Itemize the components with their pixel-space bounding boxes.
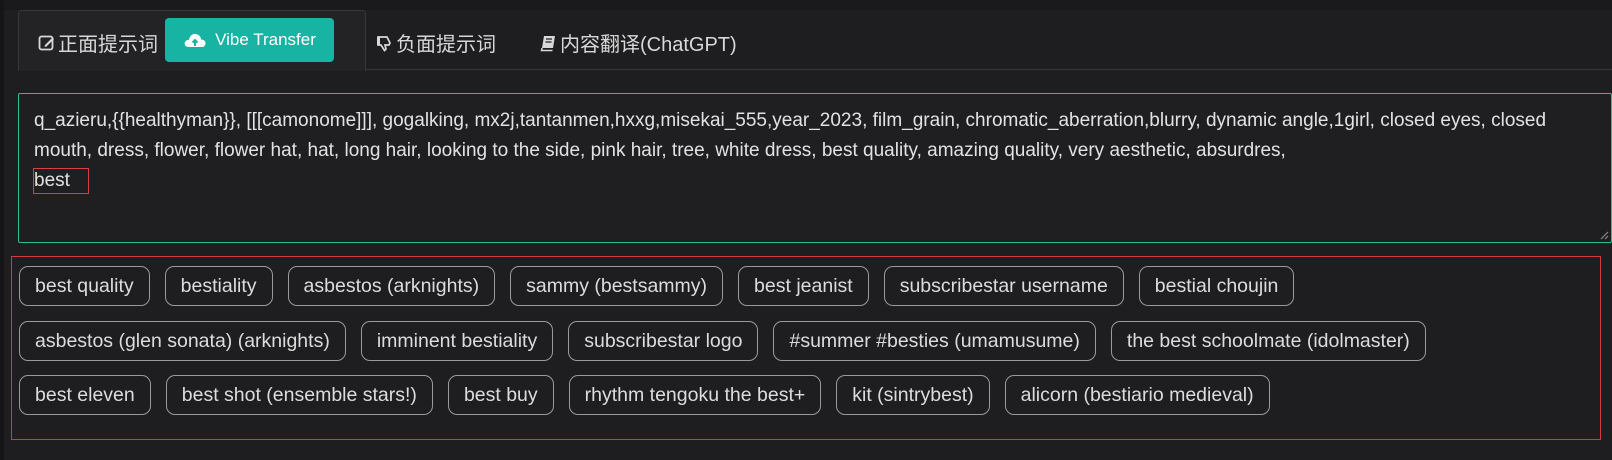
suggestion-chip[interactable]: rhythm tengoku the best+	[568, 375, 822, 415]
suggestion-chip[interactable]: bestiality	[164, 266, 273, 306]
suggestion-chip[interactable]: subscribestar logo	[568, 321, 759, 361]
suggestion-chip[interactable]: subscribestar username	[883, 266, 1124, 306]
prompt-text: q_azieru,{{healthyman}}, [[[camonome]]],…	[34, 110, 1547, 161]
edit-icon	[38, 35, 54, 50]
top-border	[0, 0, 1612, 10]
suggestion-chip[interactable]: alicorn (bestiario medieval)	[1004, 375, 1270, 415]
prompt-editor: 正面提示词 Vibe Transfer 负面提示词 内容翻译(ChatGPT)	[0, 0, 1612, 460]
tab-label: 内容翻译(ChatGPT)	[560, 34, 737, 56]
tab-label: 正面提示词	[58, 34, 158, 56]
suggestion-chip[interactable]: best eleven	[19, 375, 151, 415]
current-word-highlight: best	[33, 168, 89, 194]
prompt-textarea[interactable]: q_azieru,{{healthyman}}, [[[camonome]]],…	[18, 93, 1612, 243]
suggestion-chip[interactable]: best quality	[19, 266, 150, 306]
suggestion-chip[interactable]: best shot (ensemble stars!)	[165, 375, 433, 415]
vibe-transfer-label: Vibe Transfer	[215, 30, 316, 49]
tab-label: 负面提示词	[396, 34, 496, 56]
suggestion-chip[interactable]: best buy	[447, 375, 554, 415]
tab-positive-prompt[interactable]: 正面提示词	[38, 28, 158, 57]
suggestion-row: asbestos (glen sonata) (arknights) immin…	[19, 321, 1426, 361]
suggestion-row: best quality bestiality asbestos (arknig…	[19, 266, 1295, 306]
suggestion-chip[interactable]: best jeanist	[738, 266, 869, 306]
tab-negative-prompt[interactable]: 负面提示词	[376, 28, 496, 57]
cloud-upload-icon	[184, 33, 206, 47]
book-icon	[540, 35, 555, 51]
resize-handle-icon[interactable]	[1599, 230, 1609, 240]
suggestion-chip[interactable]: kit (sintrybest)	[836, 375, 990, 415]
vibe-transfer-button[interactable]: Vibe Transfer	[165, 18, 334, 62]
autocomplete-suggestions: best quality bestiality asbestos (arknig…	[11, 256, 1601, 440]
suggestion-chip[interactable]: the best schoolmate (idolmaster)	[1110, 321, 1426, 361]
thumbs-down-icon	[377, 35, 391, 52]
suggestion-chip[interactable]: #summer #besties (umamusume)	[773, 321, 1096, 361]
left-border	[0, 0, 4, 460]
suggestion-chip[interactable]: asbestos (arknights)	[287, 266, 496, 306]
tab-bar: 正面提示词 Vibe Transfer 负面提示词 内容翻译(ChatGPT)	[18, 10, 1612, 71]
suggestion-chip[interactable]: imminent bestiality	[360, 321, 554, 361]
suggestion-row: best eleven best shot (ensemble stars!) …	[19, 375, 1270, 415]
suggestion-chip[interactable]: bestial choujin	[1138, 266, 1295, 306]
tab-translate[interactable]: 内容翻译(ChatGPT)	[540, 28, 737, 57]
suggestion-chip[interactable]: asbestos (glen sonata) (arknights)	[19, 321, 346, 361]
suggestion-chip[interactable]: sammy (bestsammy)	[510, 266, 724, 306]
